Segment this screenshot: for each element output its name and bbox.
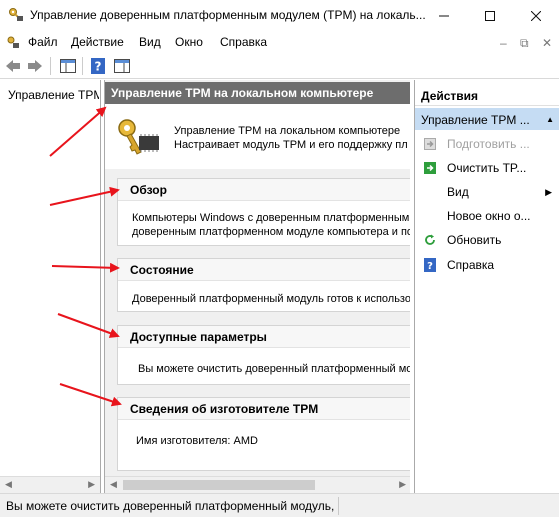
forward-button[interactable] bbox=[26, 57, 44, 75]
minimize-button[interactable] bbox=[421, 0, 467, 31]
help-icon: ? bbox=[423, 258, 437, 272]
intro-title: Управление TPM на локальном компьютере bbox=[174, 125, 401, 137]
svg-text:?: ? bbox=[95, 60, 102, 74]
forward-arrow-icon bbox=[28, 60, 42, 72]
intro-panel: Управление TPM на локальном компьютере Н… bbox=[105, 104, 410, 169]
section-status-title: Состояние bbox=[118, 259, 410, 281]
mdi-close-button[interactable]: ✕ bbox=[542, 36, 552, 50]
action-clear-tpm[interactable]: Очистить TP... bbox=[415, 158, 559, 178]
section-overview-text-2: доверенным платформенном модуле компьюте… bbox=[132, 226, 410, 238]
maximize-button[interactable] bbox=[467, 0, 513, 31]
actions-group-header[interactable]: Управление TPM ... ▲ bbox=[415, 108, 559, 130]
mdi-restore-button[interactable]: ⧉ bbox=[520, 36, 529, 51]
action-refresh[interactable]: Обновить bbox=[415, 230, 559, 250]
actions-pane: Действия Управление TPM ... ▲ Подготовит… bbox=[414, 80, 559, 493]
tree-item-tpm-management[interactable]: Управление TPM на локальном компьютере bbox=[4, 87, 99, 103]
menu-window[interactable]: Окно bbox=[175, 35, 203, 49]
submenu-arrow-icon: ▶ bbox=[545, 186, 552, 197]
back-button[interactable] bbox=[4, 57, 22, 75]
clear-icon bbox=[423, 161, 437, 175]
action-help-label: Справка bbox=[447, 258, 495, 272]
close-icon bbox=[531, 10, 541, 21]
result-pane-header: Управление TPM на локальном компьютере bbox=[105, 82, 410, 104]
status-divider bbox=[338, 497, 339, 515]
prepare-icon bbox=[423, 137, 437, 151]
scrollbar-thumb[interactable] bbox=[123, 480, 315, 490]
menu-view[interactable]: Вид bbox=[139, 35, 161, 49]
section-status: Состояние Доверенный платформенный модул… bbox=[117, 258, 410, 312]
refresh-icon bbox=[423, 233, 437, 247]
section-manufacturer-info: Сведения об изготовителе TPM Имя изготов… bbox=[117, 397, 410, 471]
intro-description: Настраивает модуль TPM и его поддержку п… bbox=[174, 139, 408, 151]
actions-pane-title: Действия bbox=[415, 84, 559, 106]
console-tree-pane: Управление TPM на локальном компьютере ◀… bbox=[0, 80, 101, 493]
result-horizontal-scrollbar[interactable]: ◀ ▶ bbox=[105, 476, 410, 493]
mdi-minimize-button[interactable]: – bbox=[500, 36, 507, 50]
scroll-left-icon[interactable]: ◀ bbox=[110, 479, 117, 490]
collapse-caret-icon[interactable]: ▲ bbox=[546, 115, 554, 124]
section-overview: Обзор Компьютеры Windows с доверенным пл… bbox=[117, 178, 410, 246]
mmc-document-icon[interactable] bbox=[6, 35, 20, 49]
toolbar: ? bbox=[0, 53, 559, 79]
menu-action[interactable]: Действие bbox=[71, 35, 124, 49]
tpm-chip-key-icon bbox=[118, 119, 159, 155]
svg-text:?: ? bbox=[427, 261, 433, 272]
action-new-window[interactable]: Новое окно о... bbox=[415, 206, 559, 226]
action-view-label: Вид bbox=[447, 185, 469, 199]
action-view[interactable]: Вид ▶ bbox=[415, 182, 559, 202]
tree-horizontal-scrollbar[interactable]: ◀ ▶ bbox=[0, 476, 100, 493]
action-prepare-tpm[interactable]: Подготовить ... bbox=[415, 134, 559, 154]
section-options-title: Доступные параметры bbox=[118, 326, 410, 348]
action-refresh-label: Обновить bbox=[447, 233, 502, 247]
close-button[interactable] bbox=[513, 0, 559, 31]
scroll-right-icon[interactable]: ▶ bbox=[399, 479, 406, 490]
console-tree-icon bbox=[60, 59, 76, 73]
result-pane: Управление TPM на локальном компьютере У… bbox=[104, 80, 410, 493]
show-hide-action-pane-button[interactable] bbox=[113, 57, 131, 75]
section-options-text[interactable]: Вы можете очистить доверенный платформен… bbox=[138, 363, 410, 375]
show-hide-console-tree-button[interactable] bbox=[59, 57, 77, 75]
back-arrow-icon bbox=[6, 60, 20, 72]
menu-file[interactable]: Файл bbox=[28, 35, 58, 49]
manufacturer-name: Имя изготовителя: AMD bbox=[136, 435, 258, 447]
tree-item-label: Управление TPM на локальном компьютере bbox=[8, 88, 99, 102]
actions-group-label: Управление TPM ... bbox=[421, 113, 530, 127]
help-icon: ? bbox=[91, 58, 105, 74]
scroll-right-icon[interactable]: ▶ bbox=[88, 479, 95, 490]
maximize-icon bbox=[485, 10, 495, 21]
section-available-options: Доступные параметры Вы можете очистить д… bbox=[117, 325, 410, 385]
action-help[interactable]: ? Справка bbox=[415, 255, 559, 275]
title-bar: Управление доверенным платформенным моду… bbox=[0, 0, 559, 31]
section-overview-text-1: Компьютеры Windows с доверенным платформ… bbox=[132, 212, 410, 224]
menu-help[interactable]: Справка bbox=[220, 35, 267, 49]
action-prepare-label: Подготовить ... bbox=[447, 137, 530, 151]
status-bar: Вы можете очистить доверенный платформен… bbox=[0, 493, 559, 517]
window-title: Управление доверенным платформенным моду… bbox=[30, 8, 426, 22]
section-manufacturer-title: Сведения об изготовителе TPM bbox=[118, 398, 410, 420]
section-status-text: Доверенный платформенный модуль готов к … bbox=[132, 293, 410, 305]
status-text: Вы можете очистить доверенный платформен… bbox=[6, 499, 336, 513]
help-button[interactable]: ? bbox=[89, 57, 107, 75]
action-clear-label: Очистить TP... bbox=[447, 161, 527, 175]
menu-bar: Файл Действие Вид Окно Справка – ⧉ ✕ bbox=[0, 31, 559, 53]
scroll-left-icon[interactable]: ◀ bbox=[5, 479, 12, 490]
tpm-key-icon bbox=[9, 8, 23, 21]
action-new-window-label: Новое окно о... bbox=[447, 209, 531, 223]
minimize-icon bbox=[439, 15, 449, 16]
section-overview-title: Обзор bbox=[118, 179, 410, 201]
action-pane-icon bbox=[114, 59, 130, 73]
